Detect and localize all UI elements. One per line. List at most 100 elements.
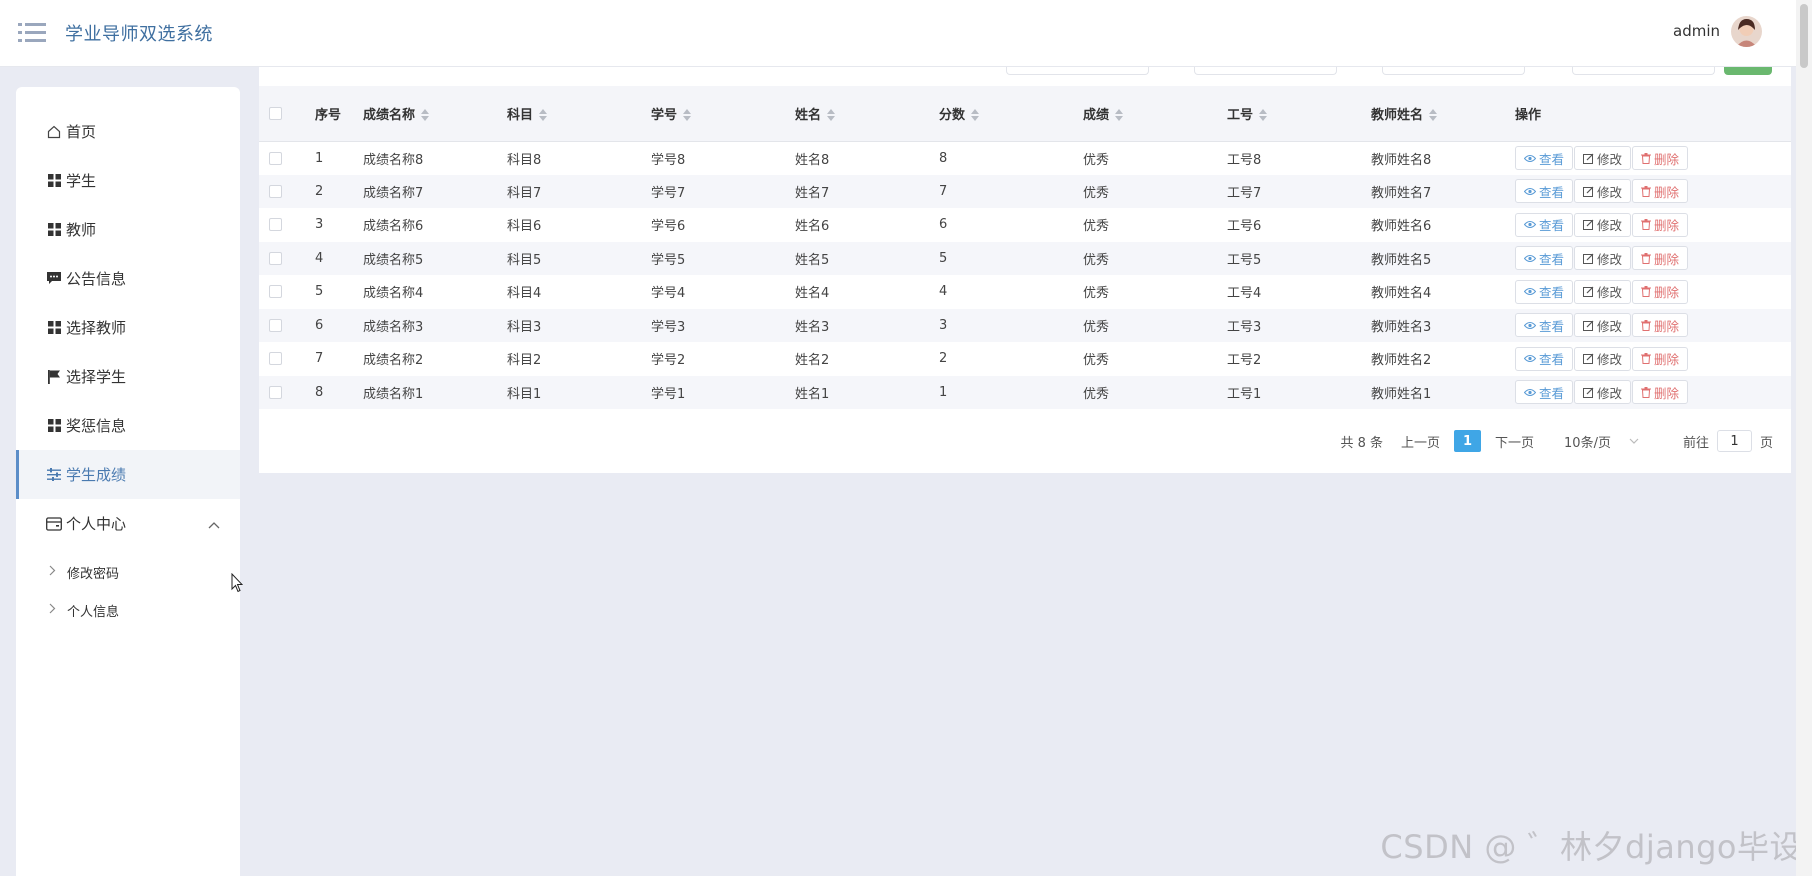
eye-icon	[1524, 388, 1536, 396]
grid-icon	[46, 418, 62, 434]
edit-button[interactable]: 修改	[1574, 346, 1632, 371]
table-cell: 优秀	[1083, 308, 1227, 342]
delete-button[interactable]: 删除	[1632, 246, 1689, 271]
submenu-item-change-password[interactable]: 修改密码	[16, 554, 240, 590]
row-checkbox[interactable]	[269, 352, 282, 366]
delete-button[interactable]: 删除	[1632, 279, 1689, 304]
delete-button[interactable]: 删除	[1632, 179, 1689, 204]
edit-button[interactable]: 修改	[1574, 179, 1632, 204]
delete-button[interactable]: 删除	[1632, 212, 1689, 237]
column-header[interactable]: 学号	[651, 86, 795, 142]
avatar[interactable]	[1731, 16, 1762, 47]
sort-icon[interactable]	[1259, 109, 1268, 122]
sidebar-item-label: 学生成绩	[66, 466, 127, 484]
sidebar-item-choose-teacher[interactable]: 选择教师	[16, 303, 240, 352]
page-scrollbar[interactable]	[1796, 0, 1812, 876]
table-header-row: 序号 成绩名称 科目 学号 姓名 分数 成绩 工号 教师姓名 操作	[259, 86, 1791, 142]
trash-icon	[1641, 353, 1652, 365]
table-cell: 教师姓名4	[1371, 275, 1515, 309]
row-checkbox[interactable]	[269, 318, 282, 332]
sidebar-item-announcements[interactable]: 公告信息	[16, 254, 240, 303]
user-name[interactable]: admin	[1673, 22, 1720, 40]
edit-icon	[1583, 387, 1594, 398]
sidebar-item-home[interactable]: 首页	[16, 107, 240, 156]
delete-button[interactable]: 删除	[1632, 146, 1689, 170]
column-header[interactable]: 教师姓名	[1371, 86, 1515, 142]
edit-button[interactable]: 修改	[1574, 212, 1632, 237]
sidebar-item-choose-student[interactable]: 选择学生	[16, 352, 240, 401]
column-header[interactable]: 姓名	[795, 86, 939, 142]
row-checkbox[interactable]	[269, 151, 282, 165]
view-button[interactable]: 查看	[1515, 279, 1574, 304]
table-cell: 优秀	[1083, 174, 1227, 208]
delete-button[interactable]: 删除	[1632, 380, 1689, 405]
edit-button[interactable]: 修改	[1574, 279, 1632, 304]
row-checkbox[interactable]	[269, 184, 282, 198]
delete-label: 删除	[1654, 285, 1680, 301]
row-actions: 查看 修改 删除	[1515, 179, 1791, 204]
sidebar-item-personal-center[interactable]: 个人中心	[16, 499, 240, 548]
sidebar-item-label: 公告信息	[66, 270, 127, 288]
column-header[interactable]: 成绩名称	[363, 86, 507, 142]
sidebar-item-student-grades[interactable]: 学生成绩	[16, 450, 240, 499]
sort-icon[interactable]	[827, 109, 836, 122]
row-checkbox[interactable]	[269, 218, 282, 232]
sidebar-item-rewards[interactable]: 奖惩信息	[16, 401, 240, 450]
view-button[interactable]: 查看	[1515, 146, 1574, 170]
sort-icon[interactable]	[421, 109, 430, 122]
sort-icon[interactable]	[1115, 109, 1124, 122]
delete-button[interactable]: 删除	[1632, 313, 1689, 338]
scrollbar-thumb[interactable]	[1800, 4, 1808, 68]
row-checkbox[interactable]	[269, 385, 282, 399]
view-button[interactable]: 查看	[1515, 179, 1574, 204]
table-cell: 姓名6	[795, 208, 939, 242]
menu-toggle-icon[interactable]	[18, 21, 46, 45]
edit-button[interactable]: 修改	[1574, 246, 1632, 271]
table-cell: 优秀	[1083, 275, 1227, 309]
submenu-item-personal-info[interactable]: 个人信息	[16, 592, 240, 628]
sidebar-item-label: 首页	[66, 123, 97, 141]
sidebar-item-students[interactable]: 学生	[16, 156, 240, 205]
edit-label: 修改	[1597, 385, 1623, 401]
column-header[interactable]: 成绩	[1083, 86, 1227, 142]
delete-button[interactable]: 删除	[1632, 346, 1689, 371]
pagination: 共 8 条 上一页 1 下一页 10条/页 前往 页	[1340, 430, 1773, 452]
table-row: 3 成绩名称6 科目6 学号6 姓名6 6 优秀 工号6 教师姓名6 查看 修改 删除	[259, 208, 1791, 242]
sidebar-item-teachers[interactable]: 教师	[16, 205, 240, 254]
page-number-button[interactable]: 1	[1454, 430, 1482, 452]
view-button[interactable]: 查看	[1515, 380, 1574, 405]
edit-button[interactable]: 修改	[1574, 313, 1632, 338]
sort-icon[interactable]	[683, 109, 692, 122]
sort-icon[interactable]	[539, 109, 548, 122]
column-header[interactable]: 工号	[1227, 86, 1371, 142]
goto-page-input[interactable]	[1716, 430, 1752, 452]
prev-page-button[interactable]: 上一页	[1401, 432, 1440, 451]
table-cell: 工号4	[1227, 275, 1371, 309]
table-cell: 优秀	[1083, 375, 1227, 409]
sort-icon[interactable]	[1429, 109, 1438, 122]
view-button[interactable]: 查看	[1515, 212, 1574, 237]
eye-icon	[1524, 154, 1536, 162]
table-cell: 2	[315, 174, 363, 208]
table-cell: 成绩名称2	[363, 342, 507, 376]
row-checkbox[interactable]	[269, 251, 282, 265]
table-cell: 学号2	[651, 342, 795, 376]
next-page-button[interactable]: 下一页	[1495, 432, 1534, 451]
row-checkbox[interactable]	[269, 285, 282, 299]
view-button[interactable]: 查看	[1515, 246, 1574, 271]
eye-icon	[1524, 321, 1536, 329]
view-button[interactable]: 查看	[1515, 313, 1574, 338]
column-header[interactable]: 分数	[939, 86, 1083, 142]
select-all-checkbox[interactable]	[269, 106, 282, 120]
page-size-select[interactable]: 10条/页	[1564, 432, 1639, 451]
edit-button[interactable]: 修改	[1574, 146, 1632, 170]
table-cell: 姓名4	[795, 275, 939, 309]
table-cell: 学号1	[651, 375, 795, 409]
view-button[interactable]: 查看	[1515, 346, 1574, 371]
wallet-icon	[46, 516, 62, 532]
table-cell: 教师姓名1	[1371, 375, 1515, 409]
column-header[interactable]: 科目	[507, 86, 651, 142]
edit-button[interactable]: 修改	[1574, 380, 1632, 405]
table-cell: 5	[939, 241, 1083, 275]
sort-icon[interactable]	[971, 109, 980, 122]
